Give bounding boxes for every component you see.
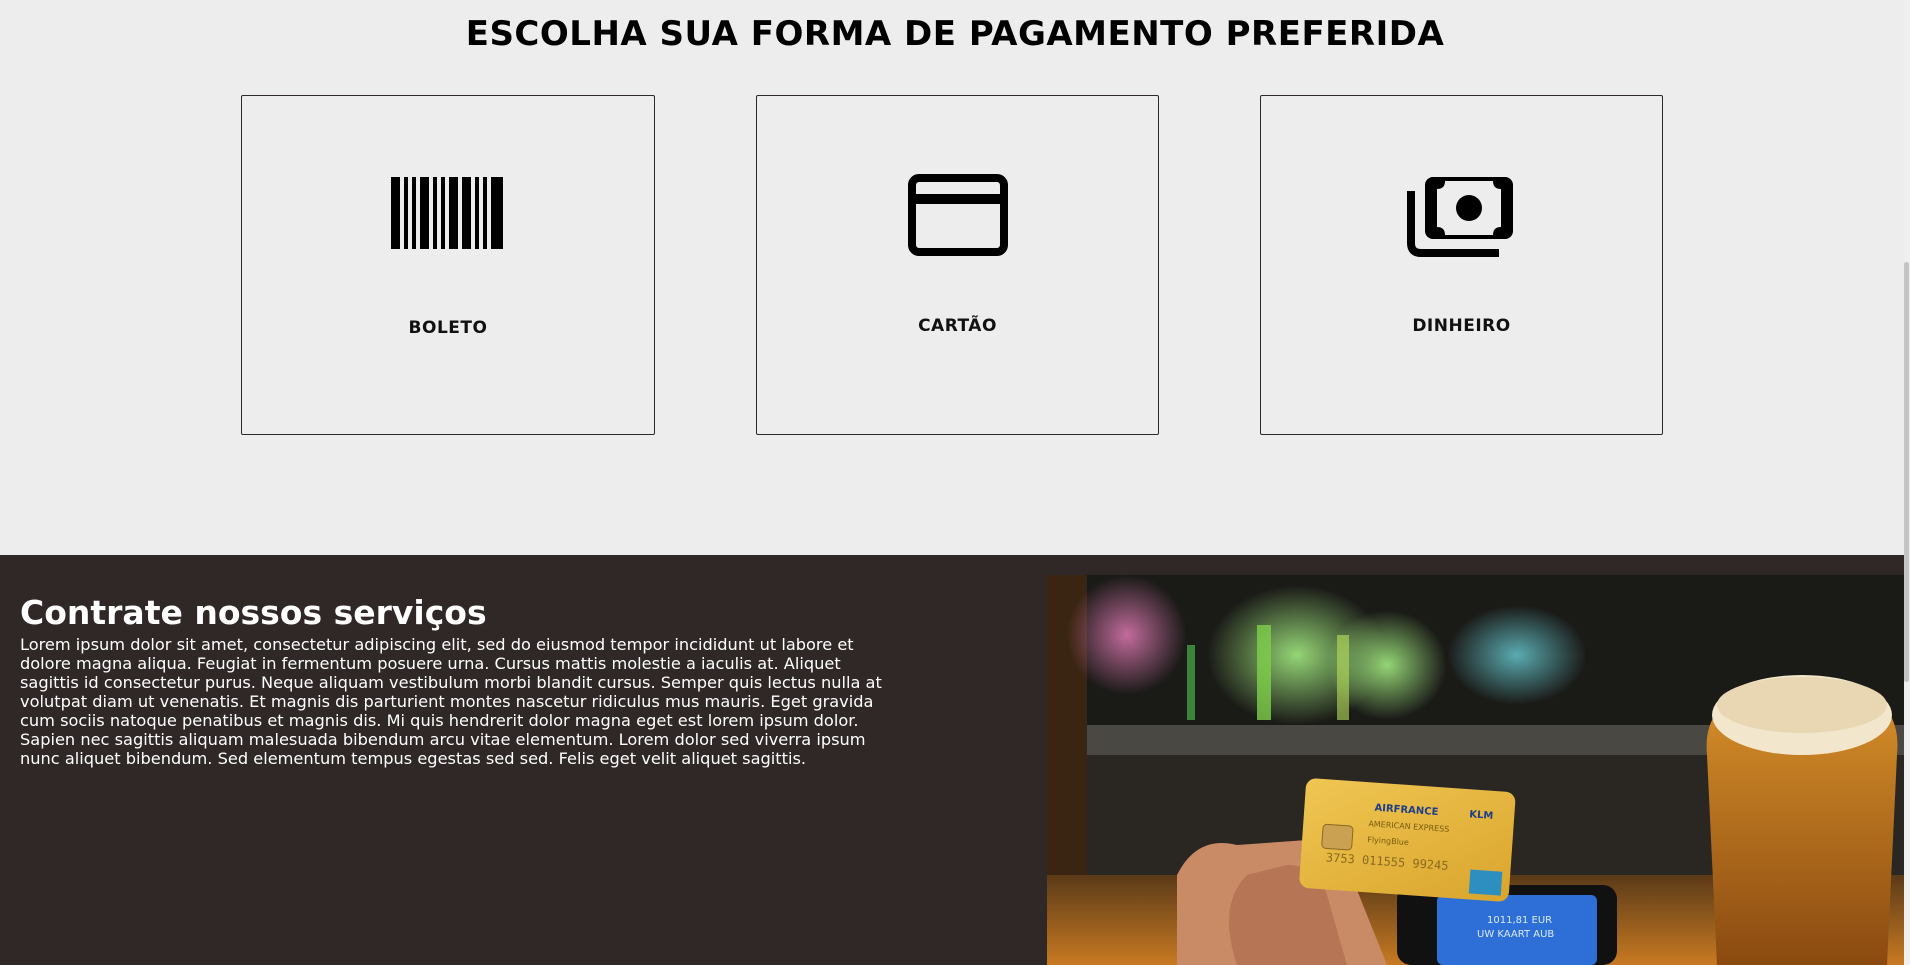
payment-option-cartao[interactable]: CARTÃO <box>756 95 1159 435</box>
scrollbar[interactable] <box>1904 0 1910 965</box>
page: ESCOLHA SUA FORMA DE PAGAMENTO PREFERIDA <box>0 0 1910 965</box>
payment-title: ESCOLHA SUA FORMA DE PAGAMENTO PREFERIDA <box>465 14 1445 54</box>
payment-option-label: CARTÃO <box>918 316 997 336</box>
terminal-amount: 1011,81 EUR <box>1487 915 1552 926</box>
payment-option-label: DINHEIRO <box>1412 316 1511 336</box>
services-section: Contrate nossos serviços Lorem ipsum dol… <box>0 555 1910 965</box>
card-brand-2: KLM <box>1469 809 1494 822</box>
card-payment-photo: 1011,81 EUR UW KAART AUB AIRFRANCE KLM A… <box>1047 575 1910 965</box>
scrollbar-thumb[interactable] <box>1904 262 1909 682</box>
payment-option-dinheiro[interactable]: DINHEIRO <box>1260 95 1663 435</box>
terminal-text: UW KAART AUB <box>1477 929 1554 940</box>
money-bills-icon <box>1261 170 1662 260</box>
services-title: Contrate nossos serviços <box>20 593 487 632</box>
services-description: Lorem ipsum dolor sit amet, consectetur … <box>20 635 882 768</box>
payment-option-label: BOLETO <box>408 318 488 338</box>
payment-option-boleto[interactable]: BOLETO <box>241 95 655 435</box>
barcode-icon <box>242 170 654 260</box>
payment-section: ESCOLHA SUA FORMA DE PAGAMENTO PREFERIDA <box>0 0 1910 555</box>
credit-card-icon <box>757 170 1158 260</box>
